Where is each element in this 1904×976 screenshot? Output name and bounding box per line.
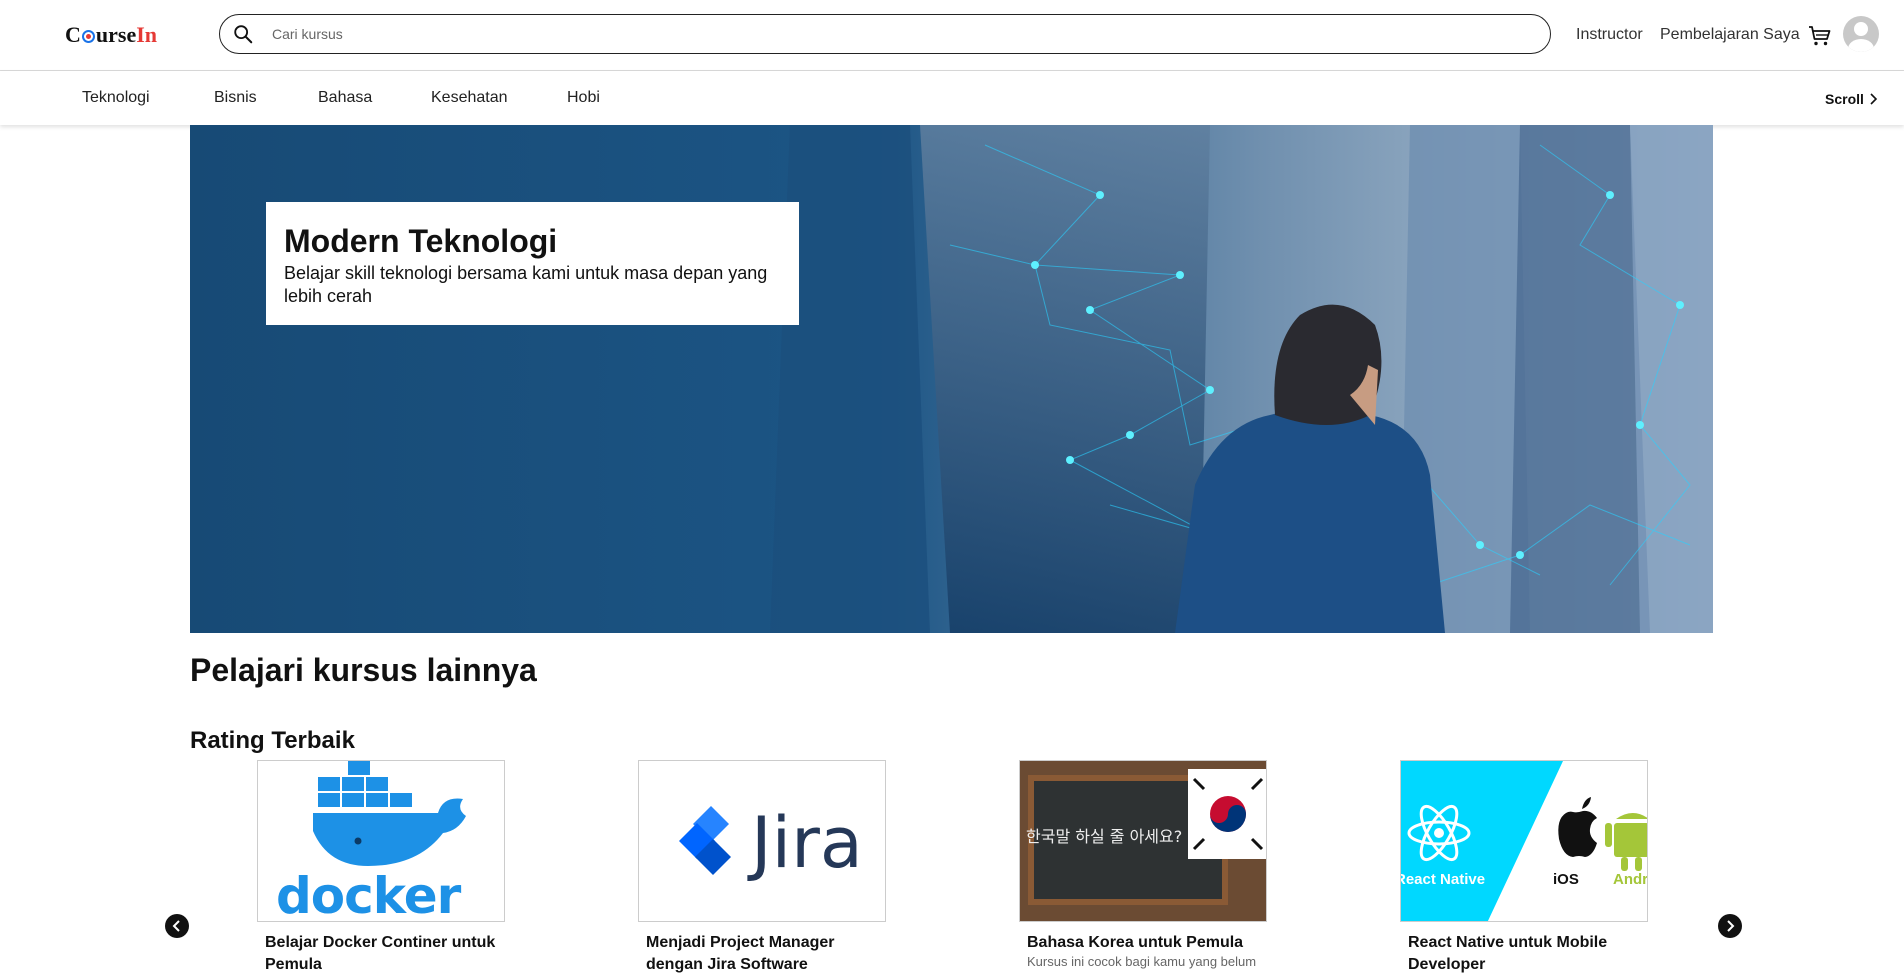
course-card[interactable]: docker Belajar Docker Continer untuk Pem… (257, 760, 505, 976)
ios-label: iOS (1553, 871, 1579, 888)
scroll-label: Scroll (1825, 91, 1864, 107)
course-card[interactable]: Jira Menjadi Project Manager dengan Jira… (638, 760, 886, 976)
logo-prefix: C (65, 22, 81, 47)
course-thumbnail[interactable]: React Native iOS Android (1400, 760, 1648, 922)
course-title[interactable]: React Native untuk Mobile Developer (1400, 932, 1648, 976)
nav-my-learning[interactable]: Pembelajaran Saya (1660, 26, 1800, 44)
search-bar[interactable] (219, 14, 1551, 54)
course-thumbnail[interactable]: docker (257, 760, 505, 922)
category-bar: Teknologi Bisnis Bahasa Kesehatan Hobi S… (0, 71, 1904, 125)
avatar[interactable] (1843, 16, 1879, 52)
logo-suffix: In (136, 22, 158, 47)
avatar-icon (1848, 22, 1874, 52)
course-title[interactable]: Menjadi Project Manager dengan Jira Soft… (638, 932, 886, 976)
logo-mid: urse (95, 22, 137, 47)
android-label: Android (1613, 871, 1648, 888)
hero-banner[interactable]: Modern Teknologi Belajar skill teknologi… (190, 125, 1713, 633)
chevron-right-icon (1870, 93, 1878, 105)
scroll-button[interactable]: Scroll (1825, 91, 1878, 107)
course-thumbnail[interactable]: Jira (638, 760, 886, 922)
top-header: CurseIn Instructor Pembelajaran Saya (0, 0, 1904, 71)
docker-wordmark: docker (276, 867, 461, 922)
cart-icon[interactable] (1808, 24, 1832, 48)
carousel-next-button[interactable] (1718, 914, 1742, 938)
search-icon[interactable] (232, 23, 254, 45)
korea-flag-icon (1188, 769, 1266, 859)
category-kesehatan[interactable]: Kesehatan (431, 89, 508, 107)
course-card[interactable]: React Native iOS Android React Native un… (1400, 760, 1648, 976)
logo[interactable]: CurseIn (65, 22, 157, 48)
category-teknologi[interactable]: Teknologi (82, 89, 150, 107)
course-description: Kursus ini cocok bagi kamu yang belum (1027, 954, 1257, 969)
category-hobi[interactable]: Hobi (567, 89, 600, 107)
hero-card: Modern Teknologi Belajar skill teknologi… (266, 202, 799, 325)
section-title: Pelajari kursus lainnya (190, 652, 537, 688)
react-native-label: React Native (1400, 871, 1486, 888)
section-subtitle: Rating Terbaik (190, 727, 355, 754)
logo-o-icon (81, 30, 95, 43)
jira-wordmark: Jira (751, 802, 863, 884)
nav-instructor[interactable]: Instructor (1576, 26, 1643, 44)
react-native-banner (1401, 761, 1647, 921)
hero-subtitle: Belajar skill teknologi bersama kami unt… (284, 263, 768, 306)
course-title[interactable]: Bahasa Korea untuk Pemula (1019, 932, 1267, 954)
korean-text: 한국말 하실 줄 아세요? (1026, 827, 1183, 846)
hero-title: Modern Teknologi (284, 223, 558, 259)
search-input[interactable] (270, 25, 1550, 43)
course-thumbnail[interactable]: 한국말 하실 줄 아세요? (1019, 760, 1267, 922)
category-bisnis[interactable]: Bisnis (214, 89, 257, 107)
course-card[interactable]: 한국말 하실 줄 아세요? Bahasa Korea untuk Pemula … (1019, 760, 1267, 970)
chevron-left-icon (172, 920, 180, 932)
carousel-prev-button[interactable] (165, 914, 189, 938)
chevron-right-icon (1727, 920, 1735, 932)
course-title[interactable]: Belajar Docker Continer untuk Pemula (257, 932, 505, 976)
category-bahasa[interactable]: Bahasa (318, 89, 372, 107)
